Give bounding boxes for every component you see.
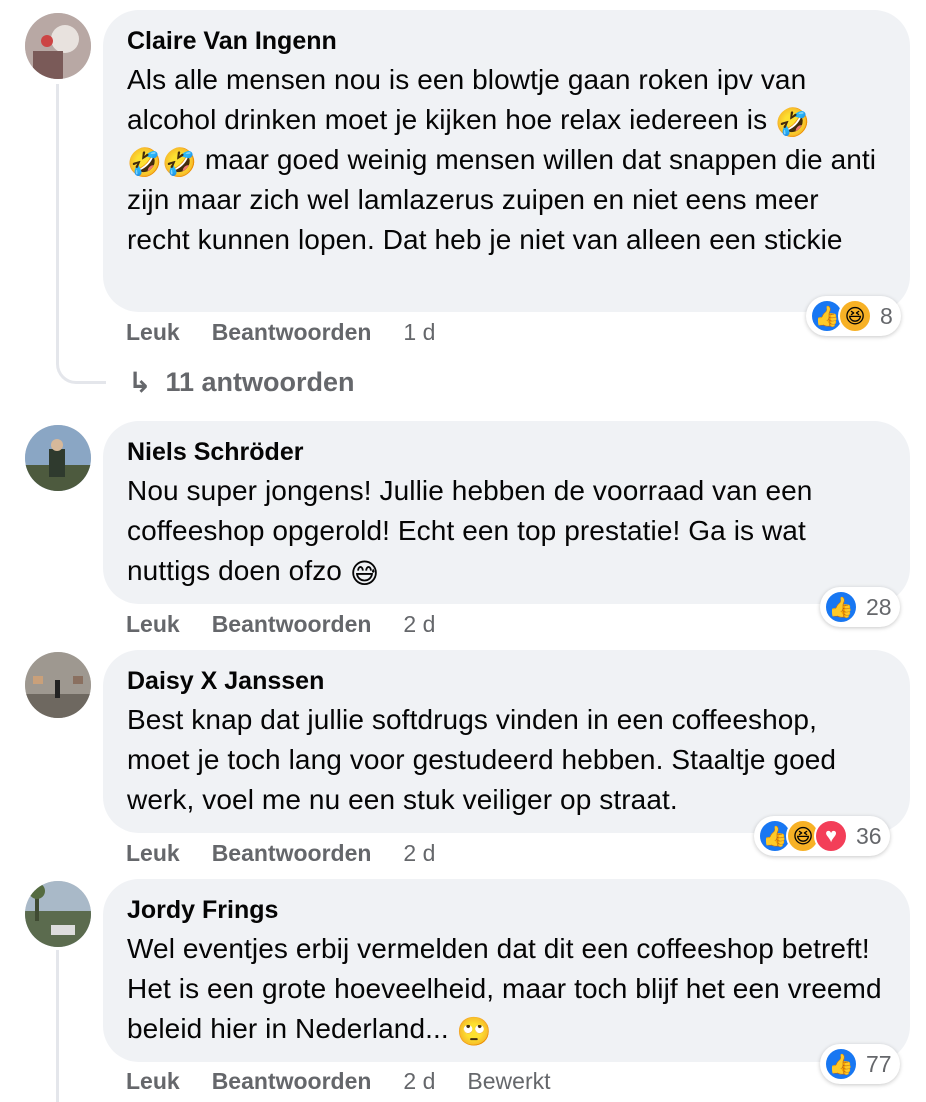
comment-text-part: maar goed weinig mensen willen dat snapp… [127, 144, 877, 255]
comment-bubble: Daisy X Janssen Best knap dat jullie sof… [103, 650, 910, 833]
love-icon: ♥ [814, 819, 848, 853]
reply-arrow-icon: ↳ [128, 366, 152, 398]
reaction-count: 36 [856, 822, 882, 849]
comment-text: Als alle mensen nou is een blowtje gaan … [127, 60, 886, 260]
thread-curve [56, 330, 106, 384]
edited-label: Bewerkt [467, 1067, 551, 1094]
comment-bubble: Claire Van Ingenn Als alle mensen nou is… [103, 10, 910, 312]
like-button[interactable]: Leuk [126, 319, 180, 346]
comment-time[interactable]: 2 d [403, 1068, 435, 1095]
reply-button[interactable]: Beantwoorden [212, 1068, 372, 1095]
comment-actions: Leuk Beantwoorden 2 d Bewerkt [126, 1066, 583, 1096]
comment-text-part: Nou super jongens! Jullie hebben de voor… [127, 475, 813, 586]
comment-actions: Leuk Beantwoorden 1 d [126, 317, 467, 347]
reaction-summary[interactable]: 👍 77 [820, 1044, 900, 1084]
comment-bubble: Jordy Frings Wel eventjes erbij vermelde… [103, 879, 910, 1062]
sweat-smile-emoji: 😅 [349, 558, 380, 589]
comment-text: Wel eventjes erbij vermelden dat dit een… [127, 929, 886, 1049]
thread-line [56, 950, 59, 1102]
avatar[interactable] [25, 425, 91, 491]
comment-bubble: Niels Schröder Nou super jongens! Jullie… [103, 421, 910, 604]
like-icon: 👍 [824, 1047, 858, 1081]
reaction-count: 77 [866, 1050, 892, 1077]
reaction-summary[interactable]: 👍 😆 ♥ 36 [754, 816, 890, 856]
reaction-summary[interactable]: 👍 28 [820, 587, 900, 627]
reaction-count: 28 [866, 593, 892, 620]
view-replies-link[interactable]: ↳ 11 antwoorden [128, 364, 355, 400]
comment-time[interactable]: 2 d [403, 840, 435, 867]
reaction-count: 8 [880, 302, 893, 329]
reaction-summary[interactable]: 👍 😆 8 [806, 296, 901, 336]
like-icon: 👍 [824, 590, 858, 624]
comment-text: Best knap dat jullie softdrugs vinden in… [127, 704, 837, 815]
comment-author[interactable]: Jordy Frings [127, 895, 886, 925]
replies-count-label: 11 antwoorden [165, 366, 355, 397]
comment-actions: Leuk Beantwoorden 2 d [126, 838, 467, 868]
comment-actions: Leuk Beantwoorden 2 d [126, 609, 467, 639]
comment-author[interactable]: Niels Schröder [127, 437, 886, 467]
like-button[interactable]: Leuk [126, 611, 180, 638]
rofl-emoji: 🤣🤣 [127, 147, 197, 178]
avatar[interactable] [25, 652, 91, 718]
comment-text: Nou super jongens! Jullie hebben de voor… [127, 471, 886, 591]
rofl-emoji: 🤣 [775, 107, 811, 138]
like-button[interactable]: Leuk [126, 840, 180, 867]
avatar[interactable] [25, 881, 91, 947]
haha-icon: 😆 [838, 299, 872, 333]
comment-time[interactable]: 1 d [403, 319, 435, 346]
like-button[interactable]: Leuk [126, 1068, 180, 1095]
comment-time[interactable]: 2 d [403, 611, 435, 638]
eye-roll-emoji: 🙄 [456, 1016, 492, 1047]
reply-button[interactable]: Beantwoorden [212, 611, 372, 638]
thread-line [56, 84, 59, 334]
comment-author[interactable]: Claire Van Ingenn [127, 26, 886, 56]
comment-text-part: Wel eventjes erbij vermelden dat dit een… [127, 933, 882, 1044]
comment-text-part: Als alle mensen nou is een blowtje gaan … [127, 64, 807, 135]
reply-button[interactable]: Beantwoorden [212, 840, 372, 867]
comment-author[interactable]: Daisy X Janssen [127, 666, 886, 696]
avatar[interactable] [25, 13, 91, 79]
reply-button[interactable]: Beantwoorden [212, 319, 372, 346]
